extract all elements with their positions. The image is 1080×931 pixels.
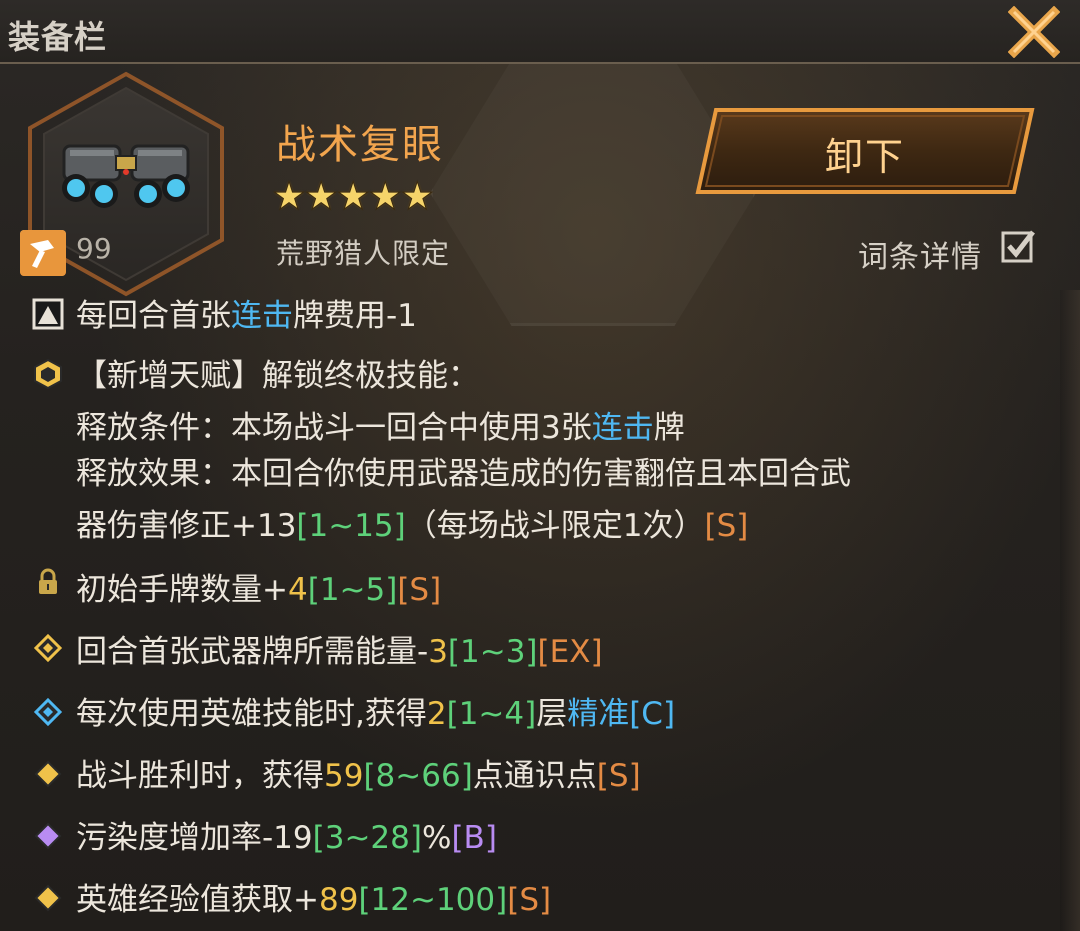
list-item: 战斗胜利时，获得59[8~66]点通识点[S] <box>76 758 641 794</box>
list-item-line: 器伤害修正+13[1~15]（每场战斗限定1次）[S] <box>76 508 749 544</box>
diamond-blue-icon <box>33 697 63 727</box>
diamond-orange-icon <box>33 633 63 663</box>
header-bar: 装备栏 <box>0 0 1080 64</box>
list-item: 初始手牌数量+4[1~5][S] <box>76 572 442 608</box>
item-level: 99 <box>76 232 112 265</box>
list-item-line: 释放条件：本场战斗一回合中使用3张连击牌 <box>76 410 685 446</box>
item-name: 战术复眼 <box>276 122 444 168</box>
diamond-gold-icon <box>34 884 62 912</box>
hammer-icon <box>20 230 66 276</box>
checkbox-checked-icon[interactable] <box>1000 228 1036 264</box>
unequip-button[interactable] <box>692 104 1038 198</box>
lock-icon <box>39 568 57 594</box>
list-item: 污染度增加率-19[3~28]%[B] <box>76 820 497 856</box>
item-source: 荒野猎人限定 <box>276 237 451 270</box>
diamond-purple-icon <box>34 822 62 850</box>
list-item: 每回合首张连击牌费用-1 <box>76 298 417 334</box>
list-item: 英雄经验值获取+89[12~100][S] <box>76 882 552 918</box>
star-rating: ★★★★★ <box>271 174 434 219</box>
diamond-gold-icon <box>34 760 62 788</box>
list-item-line: 释放效果：本回合你使用武器造成的伤害翻倍且本回合武 <box>76 456 851 492</box>
list-item: 【新增天赋】解锁终极技能： <box>76 358 479 394</box>
combo-card-icon <box>32 298 64 330</box>
right-edge-panel <box>1060 290 1080 931</box>
detail-toggle-label: 词条详情 <box>858 240 982 275</box>
close-icon[interactable] <box>1008 6 1060 58</box>
page-title: 装备栏 <box>8 18 108 56</box>
list-item: 回合首张武器牌所需能量-3[1~3][EX] <box>76 634 603 670</box>
talent-hexagon-icon <box>34 358 62 390</box>
list-item: 每次使用英雄技能时,获得2[1~4]层精准[C] <box>76 696 676 732</box>
